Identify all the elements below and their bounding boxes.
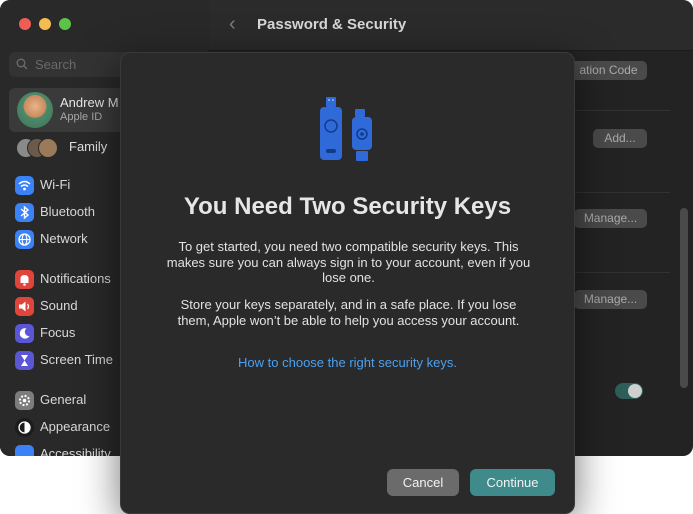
- scrollbar[interactable]: [680, 208, 688, 388]
- divider: [575, 110, 670, 111]
- toggle-switch[interactable]: [615, 383, 643, 399]
- bluetooth-icon: [15, 203, 34, 222]
- hourglass-icon: [15, 351, 34, 370]
- toggle-knob: [628, 384, 642, 398]
- moon-icon: [15, 324, 34, 343]
- divider: [575, 192, 670, 193]
- divider: [575, 272, 670, 273]
- minimize-window-button[interactable]: [39, 18, 51, 30]
- search-icon: [16, 58, 28, 70]
- dialog-paragraph-2: Store your keys separately, and in a saf…: [177, 297, 520, 328]
- continue-button[interactable]: Continue: [470, 469, 555, 496]
- sidebar-item-label: Wi-Fi: [40, 177, 71, 192]
- sidebar-item-label: Family: [69, 139, 108, 154]
- page-title: Password & Security: [257, 16, 407, 33]
- account-name: Andrew M: [60, 95, 119, 110]
- cancel-button[interactable]: Cancel: [387, 469, 459, 496]
- sidebar-item-label: Accessibility: [40, 446, 111, 456]
- add-button[interactable]: Add...: [593, 129, 647, 148]
- dialog-paragraph-1: To get started, you need two compatible …: [166, 239, 531, 285]
- appearance-icon: [15, 418, 34, 437]
- sidebar-item-label: Sound: [40, 298, 78, 313]
- manage-button[interactable]: Manage...: [574, 290, 647, 309]
- sidebar-item-label: Bluetooth: [40, 204, 95, 219]
- zoom-window-button[interactable]: [59, 18, 71, 30]
- sidebar-item-label: Network: [40, 231, 88, 246]
- security-keys-dialog: You Need Two Security Keys To get starte…: [120, 52, 575, 514]
- edit-verification-code-button[interactable]: ation Code: [570, 61, 647, 80]
- account-subtitle: Apple ID: [60, 111, 103, 123]
- toolbar: ‹ Password & Security: [209, 0, 693, 51]
- accessibility-icon: [15, 445, 34, 456]
- sidebar-item-label: Screen Time: [40, 352, 113, 367]
- search-placeholder: Search: [35, 57, 77, 72]
- manage-button[interactable]: Manage...: [574, 209, 647, 228]
- gear-icon: [15, 391, 34, 410]
- dialog-title: You Need Two Security Keys: [183, 193, 512, 220]
- sidebar-item-label: Appearance: [40, 419, 111, 434]
- sidebar-item-label: Notifications: [40, 271, 111, 286]
- sidebar-item-label: Focus: [40, 325, 76, 340]
- wifi-icon: [15, 176, 34, 195]
- security-keys-help-link[interactable]: How to choose the right security keys.: [121, 355, 574, 370]
- family-avatar-icon: [38, 138, 58, 158]
- speaker-icon: [15, 297, 34, 316]
- globe-icon: [15, 230, 34, 249]
- security-keys-icon: [320, 97, 372, 161]
- bell-icon: [15, 270, 34, 289]
- back-chevron-icon[interactable]: ‹: [229, 13, 236, 36]
- sidebar-item-label: General: [40, 392, 87, 407]
- close-window-button[interactable]: [19, 18, 31, 30]
- avatar: [17, 92, 53, 128]
